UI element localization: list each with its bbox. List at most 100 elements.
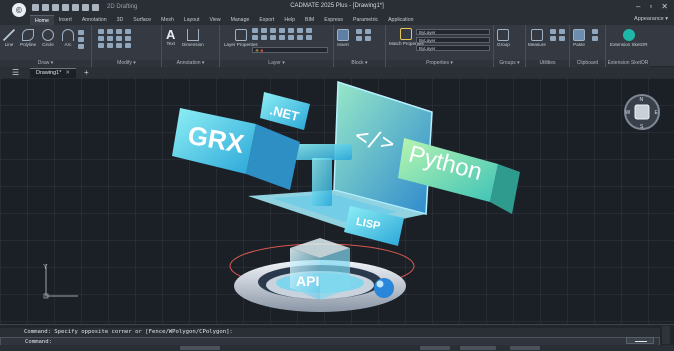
utility-tool-icon[interactable] xyxy=(550,29,556,34)
minimize-button[interactable]: – xyxy=(636,2,640,11)
redo-icon[interactable] xyxy=(92,3,99,11)
save-as-icon[interactable] xyxy=(62,3,69,11)
tab-bim[interactable]: BIM xyxy=(300,15,319,25)
rotate-icon[interactable] xyxy=(107,29,113,34)
drawing-canvas[interactable]: </> GRX .NET Python LISP API Y N W E S xyxy=(0,78,674,324)
arc-tool[interactable]: Arc xyxy=(62,29,74,47)
trim-icon[interactable] xyxy=(116,29,122,34)
close-button[interactable]: ✕ xyxy=(661,2,668,11)
circle-tool[interactable]: Circle xyxy=(42,29,54,47)
lineweight-dropdown[interactable]: ByLayer xyxy=(416,45,490,51)
tab-help[interactable]: Help xyxy=(279,15,300,25)
paste-tool[interactable]: Paste xyxy=(573,29,585,47)
new-tab-button[interactable]: + xyxy=(84,68,89,77)
measure-tool[interactable]: Measure xyxy=(528,29,546,47)
text-tool[interactable]: A Text xyxy=(166,28,175,46)
layer-tool-icon[interactable] xyxy=(252,35,258,40)
tab-application[interactable]: Application xyxy=(383,15,418,25)
viewcube-north-label[interactable]: N xyxy=(640,97,644,103)
tab-express[interactable]: Express xyxy=(319,15,348,25)
status-bar-item[interactable] xyxy=(460,346,496,350)
extension-sketor-tool[interactable]: Extension SketOR xyxy=(610,29,648,47)
qr-code-icon[interactable] xyxy=(356,36,362,41)
layer-tool-icon[interactable] xyxy=(252,28,258,33)
insert-tool[interactable]: Insert xyxy=(337,29,349,47)
layer-dropdown[interactable]: ☀ ■ xyxy=(252,47,328,53)
new-icon[interactable] xyxy=(32,3,39,11)
explode-icon[interactable] xyxy=(125,36,131,41)
utility-tool-icon[interactable] xyxy=(550,36,556,41)
offset-icon[interactable] xyxy=(125,43,131,48)
group-tool[interactable]: Group xyxy=(497,29,510,47)
utility-tool-icon[interactable] xyxy=(559,29,565,34)
tab-3d[interactable]: 3D xyxy=(112,15,129,25)
print-icon[interactable] xyxy=(72,3,79,11)
edit-block-icon[interactable] xyxy=(365,29,371,34)
hatch-icon[interactable] xyxy=(78,37,84,42)
tab-insert[interactable]: Insert xyxy=(54,15,77,25)
open-icon[interactable] xyxy=(42,3,49,11)
undo-icon[interactable] xyxy=(82,3,89,11)
layer-tool-icon[interactable] xyxy=(261,35,267,40)
layer-tool-icon[interactable] xyxy=(297,28,303,33)
layer-tool-icon[interactable] xyxy=(261,28,267,33)
app-logo-icon[interactable]: © xyxy=(12,3,26,17)
workspace-dropdown[interactable]: 2D Drafting xyxy=(107,4,137,10)
command-scrollbar[interactable] xyxy=(662,326,670,344)
mirror-icon[interactable] xyxy=(107,36,113,41)
tab-home[interactable]: Home xyxy=(30,15,54,25)
viewcube-icon[interactable]: N W E S xyxy=(622,92,662,132)
panel-groups-title[interactable]: Groups ▾ xyxy=(494,60,525,67)
panel-block-title[interactable]: Block ▾ xyxy=(334,60,385,67)
layer-tool-icon[interactable] xyxy=(288,35,294,40)
layer-tool-icon[interactable] xyxy=(270,28,276,33)
tab-parametric[interactable]: Parametric xyxy=(348,15,383,25)
move-icon[interactable] xyxy=(98,29,104,34)
panel-layer-title[interactable]: Layer ▾ xyxy=(220,60,333,67)
scale-icon[interactable] xyxy=(107,43,113,48)
status-bar-item[interactable] xyxy=(510,346,540,350)
polyline-tool[interactable]: Polyline xyxy=(20,29,36,47)
cut-icon[interactable] xyxy=(592,36,598,41)
color-dropdown[interactable]: ByLayer xyxy=(416,29,490,35)
rectangle-icon[interactable] xyxy=(78,30,84,35)
layer-tool-icon[interactable] xyxy=(279,35,285,40)
copy-icon[interactable] xyxy=(98,36,104,41)
save-icon[interactable] xyxy=(52,3,59,11)
extend-icon[interactable] xyxy=(125,29,131,34)
array-icon[interactable] xyxy=(116,43,122,48)
copy-clip-icon[interactable] xyxy=(592,29,598,34)
status-bar-item[interactable] xyxy=(180,346,220,350)
close-tab-icon[interactable]: ✕ xyxy=(65,70,70,76)
menu-icon[interactable]: ☰ xyxy=(12,68,22,77)
status-toggle-button[interactable] xyxy=(626,337,654,344)
tab-layout[interactable]: Layout xyxy=(179,15,205,25)
tab-manage[interactable]: Manage xyxy=(226,15,255,25)
tab-mesh[interactable]: Mesh xyxy=(156,15,179,25)
status-bar-item[interactable] xyxy=(420,346,450,350)
attribute-icon[interactable] xyxy=(365,36,371,41)
linetype-dropdown[interactable]: ByLayer xyxy=(416,37,490,43)
tab-drawing1[interactable]: Drawing1* ✕ xyxy=(30,67,76,78)
appearance-dropdown[interactable]: Appearance ▾ xyxy=(634,16,668,22)
panel-properties-title[interactable]: Properties ▾ xyxy=(386,60,493,67)
utility-tool-icon[interactable] xyxy=(559,36,565,41)
viewcube-west-label[interactable]: W xyxy=(626,110,631,116)
fillet-icon[interactable] xyxy=(116,36,122,41)
layer-tool-icon[interactable] xyxy=(279,28,285,33)
restore-button[interactable]: ▫ xyxy=(649,2,652,11)
ellipse-icon[interactable] xyxy=(78,44,84,49)
panel-draw-title[interactable]: Draw ▾ xyxy=(0,60,91,67)
tab-surface[interactable]: Surface xyxy=(128,15,156,25)
layer-tool-icon[interactable] xyxy=(297,35,303,40)
panel-modify-title[interactable]: Modify ▾ xyxy=(92,60,161,67)
layer-tool-icon[interactable] xyxy=(306,28,312,33)
panel-annotation-title[interactable]: Annotation ▾ xyxy=(162,60,219,67)
stretch-icon[interactable] xyxy=(98,43,104,48)
layer-tool-icon[interactable] xyxy=(306,35,312,40)
create-block-icon[interactable] xyxy=(356,29,362,34)
line-tool[interactable]: Line xyxy=(3,29,15,47)
tab-annotation[interactable]: Annotation xyxy=(77,15,112,25)
layer-tool-icon[interactable] xyxy=(288,28,294,33)
tab-export[interactable]: Export xyxy=(254,15,279,25)
